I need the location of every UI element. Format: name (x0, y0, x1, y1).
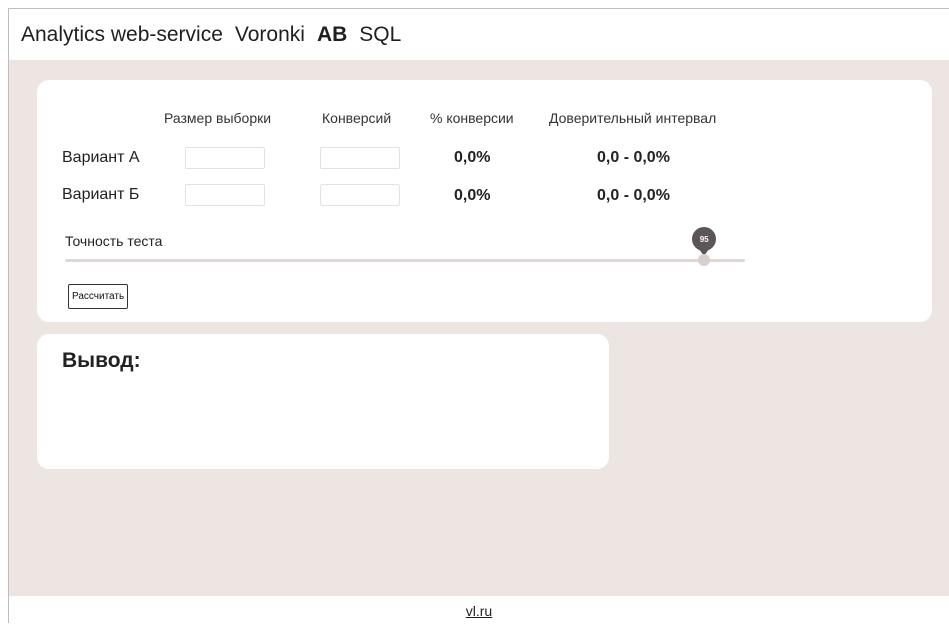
accuracy-label: Точность теста (65, 233, 163, 249)
ab-test-card: Размер выборки Конверсий % конверсии Дов… (37, 80, 932, 322)
brand-title: Analytics web-service (21, 22, 223, 46)
variant-a-interval: 0,0 - 0,0% (597, 149, 670, 166)
nav-sql[interactable]: SQL (359, 23, 401, 47)
nav-voronki[interactable]: Voronki (235, 23, 305, 47)
variant-a-label: Вариант А (62, 149, 140, 166)
footer: vl.ru (9, 596, 949, 623)
nav-ab[interactable]: AB (317, 23, 347, 47)
variant-a-conversions-input[interactable] (320, 147, 400, 169)
variant-b-interval: 0,0 - 0,0% (597, 187, 670, 204)
header-conversion-pct: % конверсии (430, 110, 514, 126)
header-conversions: Конверсий (322, 110, 392, 126)
variant-b-label: Вариант Б (62, 186, 140, 203)
variant-a-sample-input[interactable] (185, 147, 265, 169)
header-confidence-interval: Доверительный интервал (549, 110, 717, 126)
variant-a-conversion-pct: 0,0% (454, 149, 491, 166)
variant-b-sample-input[interactable] (185, 184, 265, 206)
output-card: Вывод: (37, 334, 609, 469)
footer-link[interactable]: vl.ru (466, 603, 492, 619)
main-content: Размер выборки Конверсий % конверсии Дов… (9, 60, 949, 596)
calculate-button[interactable]: Рассчитать (68, 284, 129, 309)
slider-thumb[interactable] (698, 254, 711, 266)
variant-b-conversions-input[interactable] (320, 184, 400, 206)
output-title: Вывод: (62, 349, 141, 372)
accuracy-slider[interactable]: 95 (65, 227, 745, 266)
top-nav: Analytics web-service Voronki AB SQL (9, 9, 949, 60)
slider-value-pin: 95 (692, 227, 717, 256)
header-sample-size: Размер выборки (164, 110, 272, 126)
variant-b-conversion-pct: 0,0% (454, 187, 491, 204)
